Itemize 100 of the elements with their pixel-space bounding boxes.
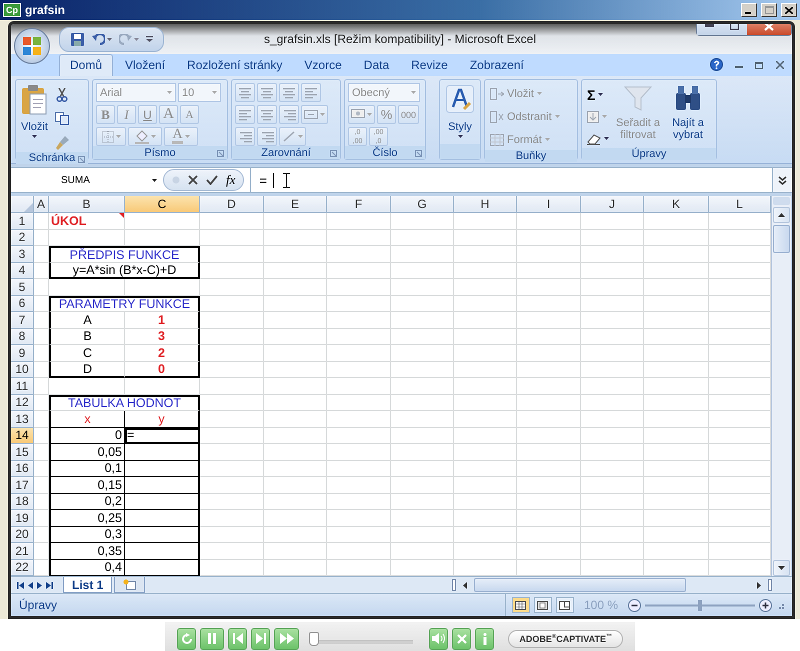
info-button[interactable]: [475, 628, 494, 650]
empty-cell: [200, 477, 264, 494]
ribbon-tab[interactable]: Domů: [59, 54, 114, 76]
row-header[interactable]: 2: [11, 230, 34, 246]
page-layout-button[interactable]: [534, 597, 552, 613]
zoom-slider-thumb[interactable]: [698, 600, 702, 610]
borders-button[interactable]: [96, 127, 126, 146]
empty-cell: [454, 246, 517, 262]
empty-cell: [644, 312, 709, 328]
scrollbar-thumb[interactable]: [773, 225, 790, 253]
scroll-up-button[interactable]: [773, 207, 790, 223]
autosum-button[interactable]: Σ: [585, 85, 611, 104]
column-header[interactable]: C: [125, 196, 200, 213]
diagonal-text-icon: [282, 130, 296, 143]
expand-formula-bar-button[interactable]: [772, 168, 792, 192]
row-header[interactable]: 3: [11, 246, 34, 262]
row-header[interactable]: 14: [11, 428, 34, 444]
column-header[interactable]: F: [327, 196, 391, 213]
name-box[interactable]: SUMA: [11, 168, 163, 192]
next-button[interactable]: [251, 628, 270, 650]
replay-button[interactable]: [177, 628, 196, 650]
find-select-button[interactable]: Najít a vybrat: [665, 83, 711, 148]
column-header[interactable]: B: [49, 196, 125, 213]
row-header[interactable]: 12: [11, 394, 34, 411]
ribbon-tab[interactable]: Zobrazení: [460, 55, 534, 76]
align-left-icon: [238, 108, 252, 121]
scroll-down-button[interactable]: [773, 560, 790, 576]
row-header[interactable]: 18: [11, 494, 34, 510]
column-header[interactable]: G: [391, 196, 454, 213]
select-all-corner[interactable]: [11, 196, 34, 213]
minimize-button[interactable]: [741, 3, 757, 17]
empty-cell: [391, 460, 454, 477]
row-header[interactable]: 15: [11, 444, 34, 460]
row-header[interactable]: 16: [11, 460, 34, 477]
column-header[interactable]: L: [709, 196, 771, 213]
align-right-icon: [282, 108, 296, 121]
column-header[interactable]: D: [200, 196, 264, 213]
pause-button[interactable]: [200, 628, 224, 650]
insert-function-button[interactable]: fx: [226, 172, 236, 188]
ribbon-tab[interactable]: Revize: [401, 55, 458, 76]
empty-cell: [34, 494, 49, 510]
grid-icon: [515, 600, 526, 610]
page-break-button[interactable]: [556, 597, 574, 613]
empty-cell: [327, 444, 391, 460]
copy-button[interactable]: [52, 109, 72, 128]
ribbon-tab[interactable]: Data: [354, 55, 400, 76]
empty-cell: [34, 526, 49, 543]
row-header[interactable]: 21: [11, 543, 34, 560]
empty-cell: [200, 312, 264, 328]
empty-cell: [327, 526, 391, 543]
progress-thumb[interactable]: [308, 632, 319, 646]
column-header[interactable]: E: [264, 196, 327, 213]
align-top-icon: [238, 86, 252, 99]
normal-view-button[interactable]: [512, 597, 530, 613]
row-header[interactable]: 19: [11, 510, 34, 526]
row-header[interactable]: 9: [11, 345, 34, 362]
row-header[interactable]: 1: [11, 213, 34, 230]
fast-forward-button[interactable]: [274, 628, 299, 650]
row-header[interactable]: 22: [11, 560, 34, 576]
sheet-cell: 0,1: [49, 460, 125, 477]
column-header[interactable]: J: [581, 196, 644, 213]
empty-cell: [454, 494, 517, 510]
maximize-button[interactable]: [761, 3, 777, 17]
row-header[interactable]: 10: [11, 362, 34, 378]
fill-color-button[interactable]: [128, 127, 162, 146]
empty-cell: [327, 328, 391, 345]
captivate-logo[interactable]: ADOBE$^{®}$CAPTIVATE$^{™}$: [508, 630, 623, 648]
caret-icon: [554, 115, 560, 118]
scrollbar-thumb[interactable]: [474, 578, 686, 592]
insert-sheet-tab[interactable]: [114, 577, 146, 593]
indent-icon: [260, 130, 274, 143]
sheet-cell: y: [125, 411, 200, 428]
row-header[interactable]: 5: [11, 279, 34, 296]
ribbon-tab[interactable]: Rozložení stránky: [177, 55, 292, 76]
column-header[interactable]: H: [454, 196, 517, 213]
ribbon-tab[interactable]: Vzorce: [294, 55, 352, 76]
row-header[interactable]: 8: [11, 328, 34, 345]
row-header[interactable]: 6: [11, 296, 34, 312]
currency-button[interactable]: [348, 105, 375, 124]
empty-cell: [264, 262, 327, 279]
volume-button[interactable]: [429, 628, 448, 650]
previous-button[interactable]: [228, 628, 248, 650]
empty-cell: [391, 477, 454, 494]
column-header[interactable]: A: [34, 196, 49, 213]
row-header[interactable]: 17: [11, 477, 34, 494]
group-label: Písmo: [144, 146, 176, 158]
clipboard-icon: [21, 85, 48, 115]
zoom-in-icon: [759, 598, 772, 612]
row-header[interactable]: 7: [11, 312, 34, 328]
row-header[interactable]: 11: [11, 378, 34, 394]
ribbon-tab[interactable]: Vložení: [115, 55, 176, 76]
column-header[interactable]: I: [517, 196, 581, 213]
row-header[interactable]: 13: [11, 411, 34, 428]
empty-cell: [581, 328, 644, 345]
row-header[interactable]: 4: [11, 262, 34, 279]
empty-cell: [327, 230, 391, 246]
row-header[interactable]: 20: [11, 526, 34, 543]
split-handle[interactable]: [773, 197, 790, 205]
sheet-tab[interactable]: List 1: [63, 577, 112, 593]
column-header[interactable]: K: [644, 196, 709, 213]
